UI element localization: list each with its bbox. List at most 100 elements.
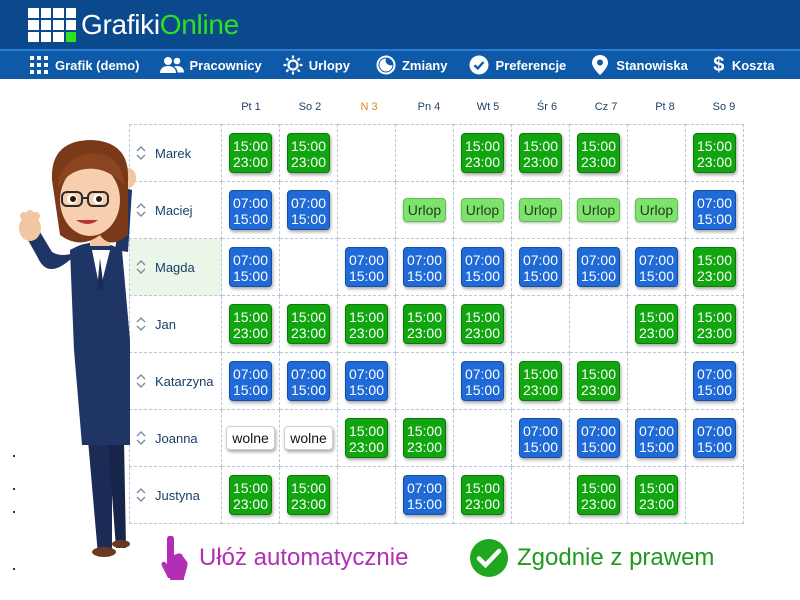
shift-block[interactable]: 15:00 23:00 [287, 475, 330, 515]
schedule-cell[interactable]: 15:00 23:00 [337, 295, 396, 353]
schedule-cell[interactable]: 07:00 15:00 [685, 181, 744, 239]
schedule-cell[interactable]: wolne [221, 409, 280, 467]
schedule-cell[interactable]: 15:00 23:00 [221, 295, 280, 353]
schedule-cell[interactable] [569, 295, 628, 353]
shift-block[interactable]: 15:00 23:00 [519, 361, 562, 401]
schedule-cell[interactable]: 07:00 15:00 [511, 409, 570, 467]
schedule-cell[interactable] [685, 466, 744, 524]
shift-block[interactable]: 07:00 15:00 [635, 418, 678, 458]
nav-item-koszta[interactable]: $ Koszta [712, 51, 774, 79]
shift-block[interactable]: 07:00 15:00 [345, 361, 388, 401]
schedule-cell[interactable]: 07:00 15:00 [221, 181, 280, 239]
schedule-cell[interactable] [511, 295, 570, 353]
logo[interactable]: GrafikiOnline [28, 8, 239, 42]
shift-block[interactable]: 15:00 23:00 [345, 304, 388, 344]
schedule-cell[interactable]: 07:00 15:00 [221, 238, 280, 296]
schedule-cell[interactable]: 15:00 23:00 [685, 238, 744, 296]
schedule-cell[interactable]: 15:00 23:00 [453, 466, 512, 524]
schedule-cell[interactable]: Urlop [569, 181, 628, 239]
schedule-cell[interactable]: Urlop [395, 181, 454, 239]
schedule-cell[interactable]: 15:00 23:00 [511, 124, 570, 182]
vacation-badge[interactable]: Urlop [518, 198, 563, 222]
law-compliant-button[interactable]: Zgodnie z prawem [469, 536, 714, 580]
shift-block[interactable]: 15:00 23:00 [229, 475, 272, 515]
shift-block[interactable]: 07:00 15:00 [693, 361, 736, 401]
vacation-badge[interactable]: Urlop [460, 198, 505, 222]
schedule-cell[interactable]: 07:00 15:00 [221, 352, 280, 410]
nav-item-pracownicy[interactable]: Pracownicy [159, 51, 262, 79]
schedule-cell[interactable]: 15:00 23:00 [685, 124, 744, 182]
shift-block[interactable]: 15:00 23:00 [577, 475, 620, 515]
schedule-cell[interactable]: 07:00 15:00 [627, 409, 686, 467]
schedule-cell[interactable]: 15:00 23:00 [569, 124, 628, 182]
schedule-cell[interactable]: 07:00 15:00 [685, 352, 744, 410]
shift-block[interactable]: 07:00 15:00 [461, 247, 504, 287]
schedule-cell[interactable]: 15:00 23:00 [685, 295, 744, 353]
schedule-cell[interactable]: 07:00 15:00 [511, 238, 570, 296]
schedule-cell[interactable]: 15:00 23:00 [569, 352, 628, 410]
schedule-cell[interactable] [627, 352, 686, 410]
schedule-cell[interactable] [337, 124, 396, 182]
shift-block[interactable]: 15:00 23:00 [635, 304, 678, 344]
nav-item-zmiany[interactable]: Zmiany [376, 51, 447, 79]
schedule-cell[interactable]: Urlop [627, 181, 686, 239]
schedule-cell[interactable]: 15:00 23:00 [511, 352, 570, 410]
shift-block[interactable]: 07:00 15:00 [229, 190, 272, 230]
vacation-badge[interactable]: Urlop [402, 198, 447, 222]
shift-block[interactable]: 15:00 23:00 [287, 304, 330, 344]
shift-block[interactable]: 07:00 15:00 [403, 475, 446, 515]
schedule-cell[interactable] [337, 181, 396, 239]
shift-block[interactable]: 15:00 23:00 [693, 133, 736, 173]
schedule-cell[interactable]: 07:00 15:00 [453, 352, 512, 410]
shift-block[interactable]: 07:00 15:00 [693, 190, 736, 230]
schedule-cell[interactable]: 07:00 15:00 [337, 352, 396, 410]
schedule-cell[interactable] [279, 238, 338, 296]
shift-block[interactable]: 07:00 15:00 [345, 247, 388, 287]
vacation-badge[interactable]: Urlop [634, 198, 679, 222]
shift-block[interactable]: 15:00 23:00 [229, 304, 272, 344]
vacation-badge[interactable]: Urlop [576, 198, 621, 222]
schedule-cell[interactable]: 15:00 23:00 [395, 409, 454, 467]
schedule-cell[interactable] [395, 124, 454, 182]
shift-block[interactable]: 07:00 15:00 [287, 190, 330, 230]
shift-block[interactable]: 07:00 15:00 [519, 418, 562, 458]
shift-block[interactable]: 07:00 15:00 [229, 361, 272, 401]
schedule-cell[interactable]: 15:00 23:00 [569, 466, 628, 524]
schedule-cell[interactable]: 07:00 15:00 [337, 238, 396, 296]
schedule-cell[interactable]: 15:00 23:00 [279, 466, 338, 524]
shift-block[interactable]: 15:00 23:00 [693, 247, 736, 287]
schedule-cell[interactable]: 07:00 15:00 [569, 409, 628, 467]
shift-block[interactable]: 07:00 15:00 [577, 247, 620, 287]
nav-item-preferencje[interactable]: Preferencje [469, 51, 566, 79]
schedule-cell[interactable]: Urlop [511, 181, 570, 239]
schedule-cell[interactable]: Urlop [453, 181, 512, 239]
schedule-cell[interactable]: 07:00 15:00 [279, 181, 338, 239]
shift-block[interactable]: 07:00 15:00 [635, 247, 678, 287]
shift-block[interactable]: 15:00 23:00 [461, 133, 504, 173]
shift-block[interactable]: 15:00 23:00 [403, 418, 446, 458]
schedule-cell[interactable]: 15:00 23:00 [453, 295, 512, 353]
shift-block[interactable]: 15:00 23:00 [229, 133, 272, 173]
day-off-badge[interactable]: wolne [284, 426, 333, 450]
nav-item-grafik[interactable]: Grafik (demo) [29, 51, 140, 79]
schedule-cell[interactable]: 07:00 15:00 [627, 238, 686, 296]
shift-block[interactable]: 07:00 15:00 [693, 418, 736, 458]
nav-item-stanowiska[interactable]: Stanowiska [590, 51, 688, 79]
schedule-cell[interactable]: 15:00 23:00 [279, 295, 338, 353]
schedule-cell[interactable]: 07:00 15:00 [685, 409, 744, 467]
schedule-cell[interactable]: wolne [279, 409, 338, 467]
shift-block[interactable]: 07:00 15:00 [461, 361, 504, 401]
schedule-cell[interactable]: 15:00 23:00 [453, 124, 512, 182]
day-off-badge[interactable]: wolne [226, 426, 275, 450]
schedule-cell[interactable]: 15:00 23:00 [221, 124, 280, 182]
schedule-cell[interactable] [511, 466, 570, 524]
shift-block[interactable]: 15:00 23:00 [461, 475, 504, 515]
shift-block[interactable]: 15:00 23:00 [403, 304, 446, 344]
shift-block[interactable]: 07:00 15:00 [229, 247, 272, 287]
schedule-cell[interactable]: 15:00 23:00 [279, 124, 338, 182]
schedule-cell[interactable]: 15:00 23:00 [395, 295, 454, 353]
schedule-cell[interactable]: 07:00 15:00 [395, 238, 454, 296]
schedule-cell[interactable] [337, 466, 396, 524]
shift-block[interactable]: 15:00 23:00 [461, 304, 504, 344]
schedule-cell[interactable] [627, 124, 686, 182]
